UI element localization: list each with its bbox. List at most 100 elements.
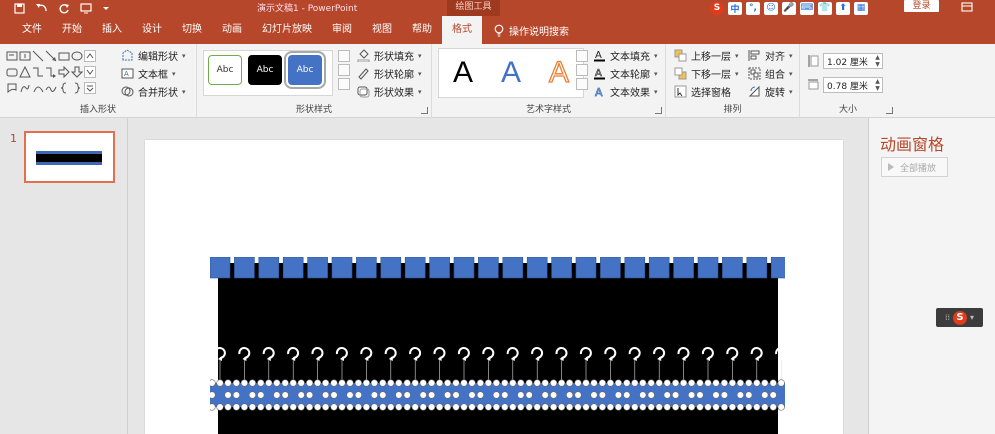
login-button[interactable]: 登录 <box>904 0 939 12</box>
blue-square-shape[interactable] <box>478 257 499 279</box>
curve-shape-icon[interactable] <box>19 82 31 94</box>
right-arrow-shape-icon[interactable] <box>58 66 70 78</box>
blue-square-shape[interactable] <box>575 257 597 279</box>
blue-square-shape[interactable] <box>404 257 426 279</box>
undo-icon[interactable] <box>35 3 49 14</box>
dialog-launcher-icon[interactable] <box>421 107 428 114</box>
tab-view[interactable]: 视图 <box>362 16 402 44</box>
tab-animations[interactable]: 动画 <box>212 16 252 44</box>
wordart-style-blue[interactable]: A <box>501 56 521 90</box>
redo-icon[interactable] <box>59 3 70 14</box>
blue-square-shape[interactable] <box>502 257 524 279</box>
blue-square-shape[interactable] <box>600 257 621 279</box>
blue-square-shape[interactable] <box>429 257 450 279</box>
shape-width-field[interactable]: 0.78 厘米 ▲ ▼ <box>823 77 883 93</box>
rectangle-shape-icon[interactable] <box>58 50 70 62</box>
bring-forward-button[interactable]: 上移一层 ▾ <box>674 48 739 63</box>
text-fill-button[interactable]: A 文本填充 ▾ <box>593 48 658 63</box>
rounded-rectangle-shape-icon[interactable] <box>6 66 18 78</box>
height-spinner[interactable]: ▲ ▼ <box>873 54 882 68</box>
tab-transitions[interactable]: 切换 <box>172 16 212 44</box>
gallery-scroll-down-icon[interactable] <box>576 64 588 76</box>
left-brace-shape-icon[interactable] <box>58 82 70 94</box>
group-button[interactable]: 组合 ▾ <box>748 66 793 81</box>
line-shape-icon[interactable] <box>32 50 44 62</box>
tab-home[interactable]: 开始 <box>52 16 92 44</box>
tab-format[interactable]: 格式 <box>442 16 482 44</box>
edit-shape-button[interactable]: 编辑形状 ▾ <box>121 48 186 63</box>
gallery-more-icon[interactable] <box>338 78 350 90</box>
chevron-down-icon[interactable]: ▾ <box>970 313 974 322</box>
sogou-floating-toolbar[interactable]: ⁞⁞ S ▾ <box>936 308 983 327</box>
ime-skin-icon[interactable]: 👕 <box>818 1 832 15</box>
wordart-style-black[interactable]: A <box>453 56 473 90</box>
text-box-shape-icon[interactable] <box>6 50 18 62</box>
width-spinner[interactable]: ▲ ▼ <box>873 78 882 92</box>
shape-height-field[interactable]: 1.02 厘米 ▲ ▼ <box>823 53 883 69</box>
blue-square-shape[interactable] <box>234 257 255 279</box>
blue-square-shape[interactable] <box>210 257 231 279</box>
more-shapes-icon[interactable] <box>84 82 96 94</box>
ime-punctuation-icon[interactable]: °, <box>746 1 760 15</box>
blue-square-shape[interactable] <box>307 257 328 279</box>
elbow-arrow-shape-icon[interactable] <box>45 66 57 78</box>
wordart-style-orange-outline[interactable]: A <box>548 55 569 90</box>
drag-handle-icon[interactable]: ⁞⁞ <box>945 313 950 322</box>
shape-style-black-fill[interactable]: Abc <box>248 55 282 85</box>
blue-square-shape[interactable] <box>648 257 670 279</box>
rotate-button[interactable]: 旋转 ▾ <box>748 84 793 99</box>
ime-keyboard-icon[interactable]: ⌨ <box>800 1 814 15</box>
tab-review[interactable]: 审阅 <box>322 16 362 44</box>
oval-shape-icon[interactable] <box>71 50 83 62</box>
tab-design[interactable]: 设计 <box>132 16 172 44</box>
blue-square-shape[interactable] <box>673 257 694 279</box>
merge-shapes-button[interactable]: 合并形状 ▾ <box>121 84 186 99</box>
play-all-button[interactable]: 全部播放 <box>881 157 948 177</box>
arrow-line-shape-icon[interactable] <box>45 50 57 62</box>
tab-file[interactable]: 文件 <box>12 16 52 44</box>
tell-me-search[interactable]: 操作说明搜索 <box>482 23 569 38</box>
blue-square-shape[interactable] <box>258 257 280 279</box>
slide-thumbnail[interactable] <box>24 131 115 183</box>
blue-square-shape[interactable] <box>380 257 402 279</box>
shape-style-outline-green[interactable]: Abc <box>208 55 242 85</box>
text-outline-button[interactable]: A 文本轮廓 ▾ <box>593 66 658 81</box>
sogou-logo-icon[interactable]: S <box>710 1 724 15</box>
slide-canvas[interactable] <box>145 140 843 434</box>
selection-pane-button[interactable]: 选择窗格 <box>674 84 731 99</box>
blue-square-shape[interactable] <box>697 257 719 279</box>
send-backward-button[interactable]: 下移一层 ▾ <box>674 66 739 81</box>
ime-voice-icon[interactable]: 🎤 <box>782 1 796 15</box>
blue-square-shape[interactable] <box>331 257 353 279</box>
blue-square-shape[interactable] <box>453 257 475 279</box>
gallery-scroll-up-icon[interactable] <box>338 50 350 62</box>
arc-shape-icon[interactable] <box>32 82 44 94</box>
blue-square-shape[interactable] <box>770 257 785 279</box>
tab-help[interactable]: 帮助 <box>402 16 442 44</box>
vertical-text-shape-icon[interactable] <box>19 50 31 62</box>
ime-emoji-icon[interactable]: ☺ <box>764 1 778 15</box>
customize-qat-icon[interactable] <box>102 4 110 12</box>
align-button[interactable]: 对齐 ▾ <box>748 48 793 63</box>
down-arrow-shape-icon[interactable] <box>71 66 83 78</box>
dialog-launcher-icon[interactable] <box>655 107 662 114</box>
shape-fill-button[interactable]: 形状填充 ▾ <box>357 48 422 63</box>
shape-style-blue-fill[interactable]: Abc <box>284 51 326 89</box>
save-icon[interactable] <box>14 2 25 14</box>
wave-shape-icon[interactable] <box>45 82 57 94</box>
gallery-scroll-down-icon[interactable] <box>338 64 350 76</box>
right-brace-shape-icon[interactable] <box>71 82 83 94</box>
gallery-scroll-up-icon[interactable] <box>84 50 96 62</box>
ime-chinese-mode[interactable]: 中 <box>728 1 742 15</box>
gallery-scroll-up-icon[interactable] <box>576 50 588 62</box>
text-box-button[interactable]: A 文本框 ▾ <box>121 66 176 81</box>
ime-toolbox-icon[interactable]: ▦ <box>854 1 868 15</box>
blue-square-shape[interactable] <box>624 257 646 279</box>
elbow-connector-shape-icon[interactable] <box>32 66 44 78</box>
blue-square-shape[interactable] <box>746 257 768 279</box>
blue-square-shape[interactable] <box>526 257 548 279</box>
blue-square-shape[interactable] <box>551 257 572 279</box>
blue-square-shape[interactable] <box>282 257 304 279</box>
blue-square-shape[interactable] <box>356 257 377 279</box>
start-from-beginning-icon[interactable] <box>80 2 92 14</box>
